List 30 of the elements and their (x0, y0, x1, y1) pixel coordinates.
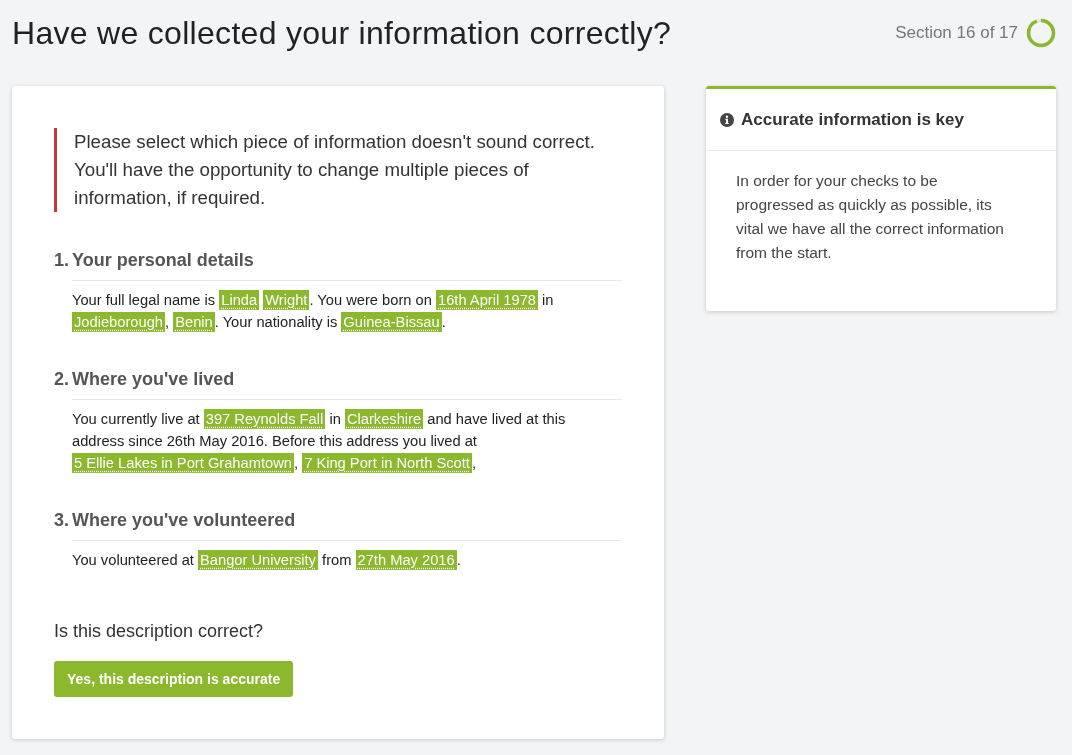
highlighted-link[interactable]: Jodieborough (72, 312, 165, 332)
page-title: Have we collected your information correctly? (12, 14, 672, 52)
highlighted-link[interactable]: 16th April 1978 (436, 290, 538, 310)
info-icon (720, 112, 734, 127)
section-number: 3. (54, 510, 70, 531)
detail-text: Your full legal name is Linda Wright. You were born on 16th April 1978 in Jodieborough, Benin. Your nationality is Guinea-Bissau. (72, 289, 555, 333)
notice-text: Please select which piece of information doesn't sound correct. You'll have the opportunity to change multiple pieces of information, if required. (54, 128, 622, 212)
highlighted-link[interactable]: Bangor University (198, 550, 318, 570)
highlighted-link[interactable]: Clarkeshire (344, 409, 424, 429)
section-progress-label: Section 16 of 17 (895, 23, 1018, 43)
progress-ring (1026, 18, 1056, 48)
highlighted-link[interactable]: 5 Ellie Lakes in Port Grahamtown (72, 453, 294, 473)
highlighted-link[interactable]: 7 King Port in North Scott (302, 453, 472, 473)
section-heading: Where you've lived (72, 369, 235, 390)
panel-title: Accurate information is key (741, 109, 964, 130)
highlighted-link[interactable]: Guinea-Bissau (341, 312, 442, 332)
highlighted-link[interactable]: Linda (219, 290, 260, 310)
question-text: Is this description correct? (54, 621, 265, 642)
panel-text: In order for your checks to be progressed as quickly as possible, its vital we have all the correct information from the start. (735, 171, 1005, 263)
highlighted-link[interactable]: 27th May 2016 (355, 550, 457, 570)
confirm-button[interactable]: Yes, this description is accurate (54, 661, 294, 697)
highlighted-link[interactable]: Benin (173, 312, 215, 332)
section-number: 2. (54, 369, 70, 390)
highlighted-link[interactable]: Wright (263, 290, 310, 310)
section-heading: Where you've volunteered (72, 510, 296, 531)
detail-text: You currently live at 397 Reynolds Fall in Clarkeshire and have lived at this address since 26th May 2016. Before this address you lived at 5 Ellie Lakes in Port Grahamtown, 7 King Port in North Scott, (72, 408, 567, 474)
section-heading: Your personal details (72, 250, 254, 271)
highlighted-link[interactable]: 397 Reynolds Fall (203, 409, 326, 429)
section-number: 1. (54, 250, 70, 271)
detail-text: You volunteered at Bangor University from 27th May 2016. (72, 549, 462, 571)
